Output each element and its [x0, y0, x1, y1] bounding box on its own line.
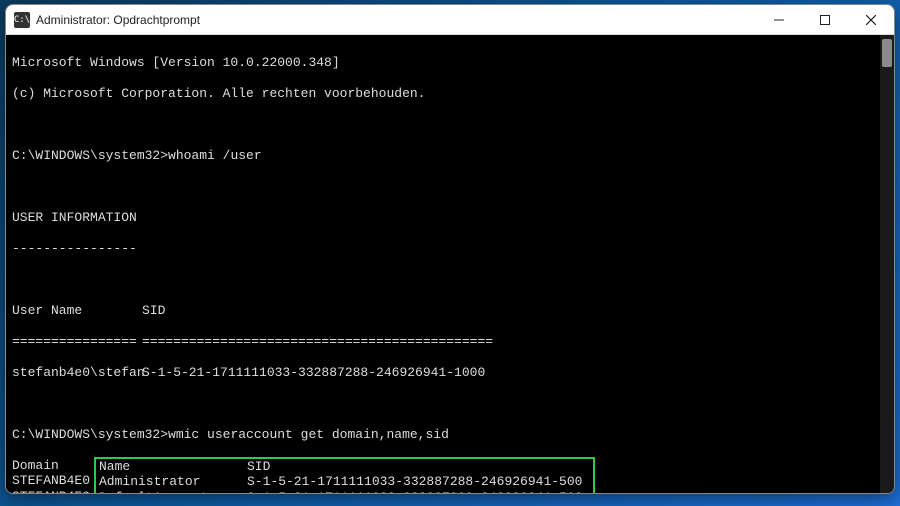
close-button[interactable] [848, 5, 894, 34]
wmic-domain-column: DomainSTEFANB4E0STEFANB4E0STEFANB4E0STEF… [12, 458, 94, 494]
prompt-path: C:\WINDOWS\system32> [12, 148, 168, 163]
scrollbar-thumb[interactable] [882, 39, 892, 67]
wmic-sid: S-1-5-21-1711111033-332887288-246926941-… [247, 474, 582, 490]
whoami-section-title: USER INFORMATION [12, 210, 888, 226]
highlight-box: NameSIDAdministratorS-1-5-21-1711111033-… [94, 457, 595, 494]
minimize-button[interactable] [756, 5, 802, 34]
whoami-col-sid: SID [142, 303, 165, 318]
window-controls [756, 5, 894, 34]
wmic-domain: Domain [12, 458, 94, 474]
prompt-command: whoami /user [168, 148, 262, 163]
wmic-sid: S-1-5-21-1711111033-332887288-246926941-… [247, 490, 582, 494]
whoami-col-user: User Name [12, 303, 142, 319]
whoami-divider: ---------------- [12, 241, 888, 257]
wmic-domain: STEFANB4E0 [12, 489, 94, 494]
prompt-command: wmic useraccount get domain,name,sid [168, 427, 449, 442]
wmic-sid: SID [247, 459, 270, 475]
wmic-name: Name [99, 459, 247, 475]
wmic-name: DefaultAccount [99, 490, 247, 494]
window-title: Administrator: Opdrachtprompt [36, 13, 756, 27]
maximize-button[interactable] [802, 5, 848, 34]
wmic-domain: STEFANB4E0 [12, 473, 94, 489]
whoami-user-value: stefanb4e0\stefan [12, 365, 142, 381]
titlebar[interactable]: C:\ Administrator: Opdrachtprompt [6, 5, 894, 35]
cmd-icon: C:\ [14, 12, 30, 28]
terminal-output[interactable]: Microsoft Windows [Version 10.0.22000.34… [6, 35, 894, 493]
command-prompt-window: C:\ Administrator: Opdrachtprompt Micros… [5, 4, 895, 494]
header-version: Microsoft Windows [Version 10.0.22000.34… [12, 55, 888, 71]
prompt-path: C:\WINDOWS\system32> [12, 427, 168, 442]
wmic-name: Administrator [99, 474, 247, 490]
header-copyright: (c) Microsoft Corporation. Alle rechten … [12, 86, 888, 102]
whoami-sid-value: S-1-5-21-1711111033-332887288-246926941-… [142, 365, 485, 380]
scrollbar[interactable] [880, 35, 894, 493]
